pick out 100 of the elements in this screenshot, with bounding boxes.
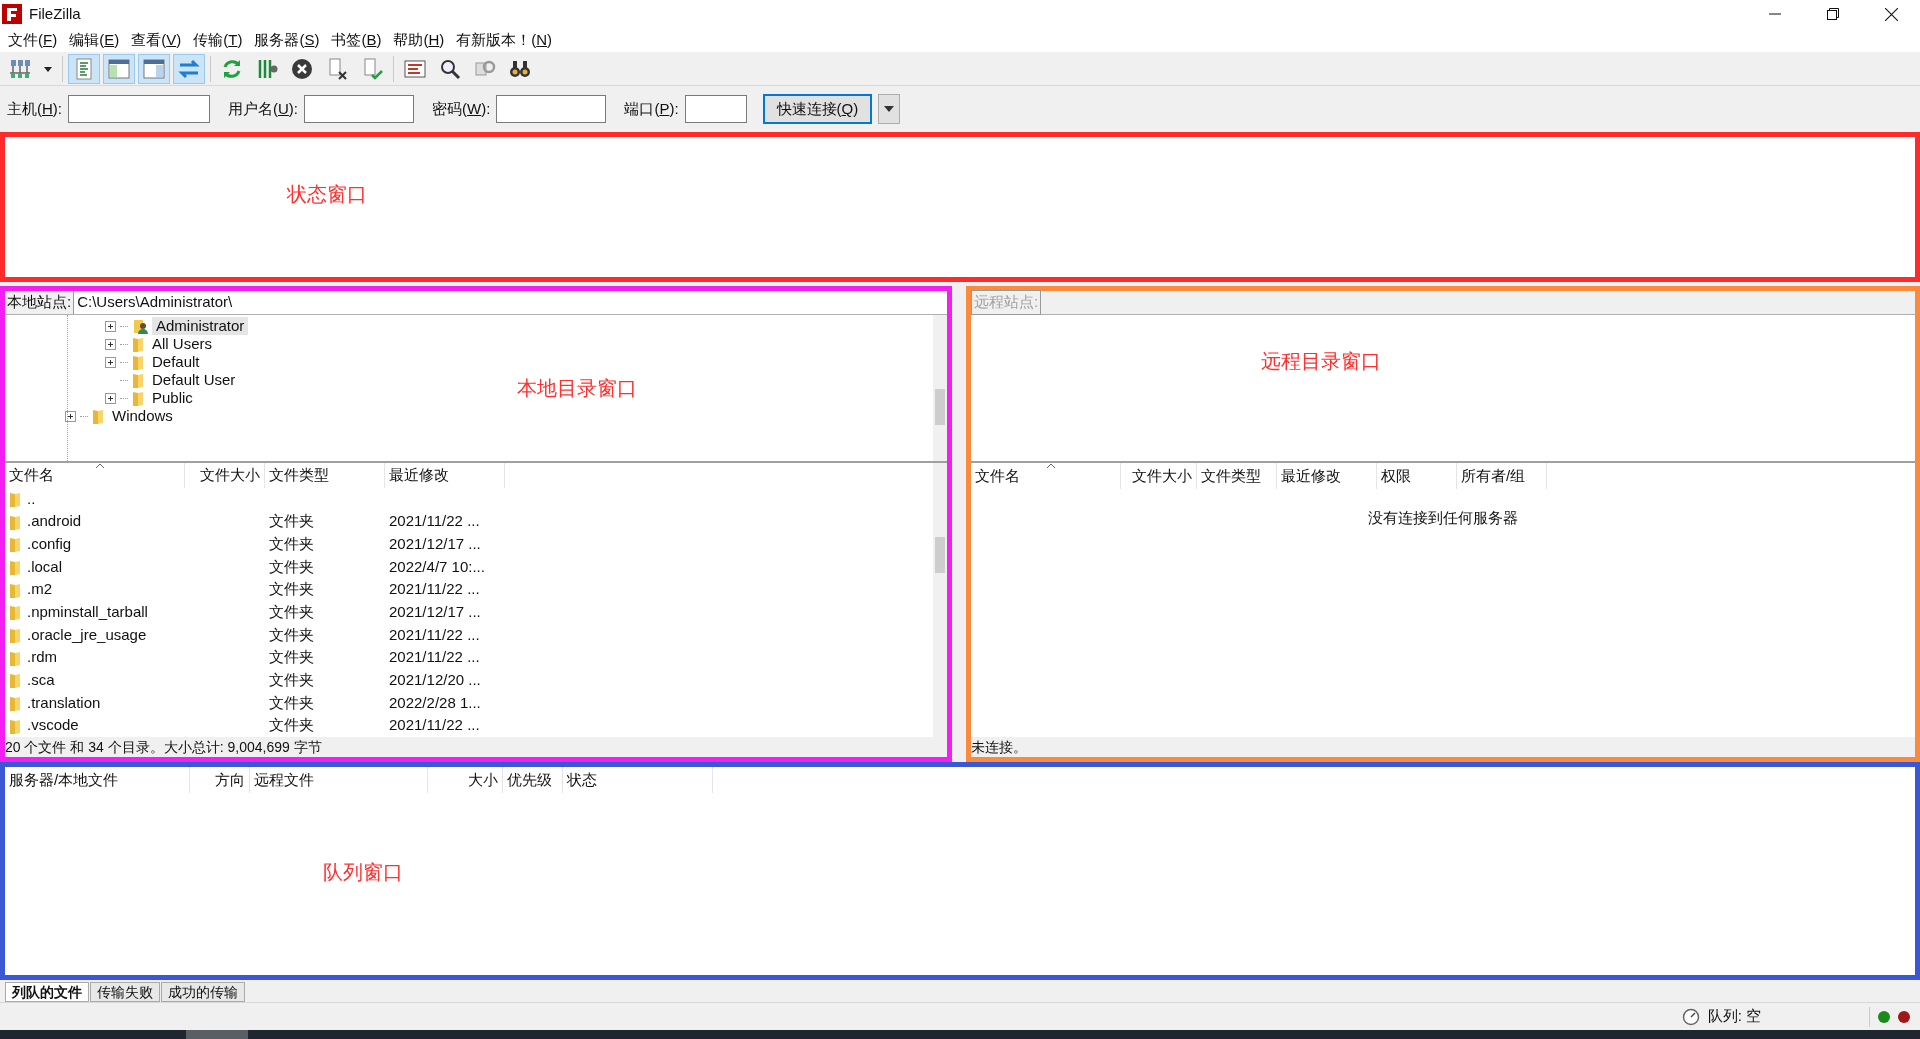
- tree-item[interactable]: Windows: [108, 407, 177, 425]
- menu-item[interactable]: 编辑(E): [63, 28, 126, 52]
- column-header[interactable]: 文件名: [5, 463, 185, 488]
- column-header[interactable]: 服务器/本地文件: [5, 767, 190, 793]
- input-field[interactable]: [684, 95, 747, 123]
- quickconnect-button[interactable]: 快速连接(Q): [762, 94, 873, 124]
- dropdown-button[interactable]: [878, 94, 901, 124]
- menu-item[interactable]: 服务器(S): [248, 28, 326, 52]
- caret-icon: [884, 106, 895, 112]
- column-header[interactable]: 大小: [428, 767, 503, 793]
- menu-item[interactable]: 帮助(H): [387, 28, 451, 52]
- scrollbar[interactable]: [933, 463, 947, 737]
- annotation-label: 本地目录窗口: [517, 376, 637, 401]
- table-cell-text: 2021/12/20 ...: [388, 670, 482, 690]
- table-cell-text: 文件夹: [268, 715, 315, 736]
- annotation-label: 队列窗口: [323, 860, 403, 885]
- folder-icon: [132, 354, 144, 370]
- expand-icon[interactable]: [65, 410, 76, 422]
- remote-tree-icon[interactable]: [142, 56, 166, 81]
- queue-tab[interactable]: 列队的文件: [5, 982, 89, 1002]
- folder-icon: [9, 536, 21, 553]
- table-cell-text: 2021/11/22 ...: [388, 715, 481, 736]
- folder-icon: [9, 490, 21, 507]
- folder-icon: [9, 649, 21, 666]
- file-name[interactable]: .rdm: [27, 646, 57, 669]
- file-name[interactable]: .vscode: [27, 714, 79, 737]
- expand-icon[interactable]: [105, 320, 116, 332]
- tree-item[interactable]: Administrator: [152, 317, 249, 335]
- input-field[interactable]: [496, 95, 607, 123]
- tree-item[interactable]: Public: [148, 389, 197, 407]
- annotation-label: 远程目录窗口: [1261, 349, 1381, 374]
- folder-icon: [9, 694, 21, 711]
- file-name[interactable]: .android: [27, 510, 82, 533]
- folder-icon: [9, 513, 21, 530]
- file-name[interactable]: .config: [27, 533, 72, 556]
- site-label: 远程站点:: [971, 290, 1042, 315]
- folder-icon: [132, 336, 144, 352]
- input-field[interactable]: [304, 95, 415, 123]
- folder-icon: [132, 372, 144, 388]
- table-cell-text: 2021/11/22 ...: [388, 647, 481, 668]
- site-label: 本地站点:: [6, 292, 73, 313]
- field-label: 端口(P):: [624, 98, 679, 119]
- sort-caret-icon: [1045, 463, 1056, 469]
- file-name[interactable]: .m2: [27, 578, 52, 601]
- close-icon: [1884, 7, 1898, 21]
- file-name[interactable]: .npminstall_tarball: [27, 601, 148, 624]
- file-name[interactable]: .sca: [27, 669, 55, 692]
- path-field[interactable]: C:\Users\Administrator\: [73, 291, 947, 314]
- folder-icon: [9, 604, 21, 621]
- folder-icon: [9, 672, 21, 689]
- field-label: 主机(H):: [7, 98, 62, 119]
- table-cell-text: 文件夹: [268, 534, 315, 554]
- column-header[interactable]: 状态: [563, 767, 713, 793]
- folder-icon: [9, 626, 21, 643]
- empty-message: 没有连接到任何服务器: [1368, 508, 1518, 528]
- menu-item[interactable]: 书签(B): [325, 28, 388, 52]
- table-cell-text: 文件夹: [268, 556, 315, 577]
- table-cell-text: 文件夹: [268, 647, 315, 668]
- input-field[interactable]: [68, 95, 210, 123]
- column-header[interactable]: 文件大小: [185, 463, 265, 488]
- table-cell-text: 2021/12/17 ...: [388, 534, 482, 554]
- table-cell-text: 2021/11/22 ...: [388, 511, 481, 532]
- tree-item[interactable]: Default User: [148, 371, 240, 389]
- table-cell-text: 文件夹: [268, 602, 315, 622]
- file-name[interactable]: ..: [27, 487, 36, 511]
- folder-icon: [92, 408, 104, 424]
- table-cell-text: 2022/2/28 1...: [388, 692, 482, 713]
- column-header[interactable]: 优先级: [503, 767, 563, 793]
- scrollbar[interactable]: [933, 315, 947, 461]
- menu-item[interactable]: 查看(V): [125, 28, 188, 52]
- menu-item[interactable]: 文件(F): [2, 28, 64, 52]
- column-header[interactable]: 远程文件: [250, 767, 428, 793]
- tree-item[interactable]: All Users: [148, 335, 216, 353]
- local-tree-icon[interactable]: [107, 56, 131, 81]
- table-cell-text: 2021/11/22 ...: [388, 579, 481, 600]
- cancel-icon[interactable]: [290, 56, 314, 81]
- user-folder-icon: [132, 318, 148, 334]
- folder-icon: [9, 717, 21, 734]
- tree-item[interactable]: Default: [148, 353, 204, 371]
- table-cell-text: 2021/12/17 ...: [388, 602, 482, 622]
- menu-item[interactable]: 传输(T): [187, 28, 249, 52]
- menu-item[interactable]: 有新版本！(N): [450, 28, 559, 52]
- table-cell-text: 2021/11/22 ...: [388, 624, 481, 645]
- queue-tab[interactable]: 成功的传输: [161, 982, 245, 1002]
- file-name[interactable]: .translation: [27, 691, 101, 715]
- sort-caret-icon: [94, 463, 105, 469]
- expand-icon[interactable]: [105, 356, 116, 368]
- column-header[interactable]: 文件类型: [265, 463, 385, 488]
- file-name[interactable]: .oracle_jre_usage: [27, 623, 147, 647]
- table-cell-text: 文件夹: [268, 624, 315, 645]
- column-header[interactable]: 最近修改: [385, 463, 505, 488]
- queue-tab[interactable]: 传输失败: [90, 982, 160, 1002]
- file-name[interactable]: .local: [27, 555, 63, 579]
- speed-gauge-icon: [1681, 1007, 1700, 1026]
- restore-icon: [1827, 8, 1839, 20]
- expand-icon[interactable]: [105, 392, 116, 404]
- expand-icon[interactable]: [105, 338, 116, 350]
- column-header[interactable]: 方向: [190, 767, 250, 793]
- table-cell-text: 文件夹: [268, 670, 315, 690]
- window-title: FileZilla: [29, 3, 81, 24]
